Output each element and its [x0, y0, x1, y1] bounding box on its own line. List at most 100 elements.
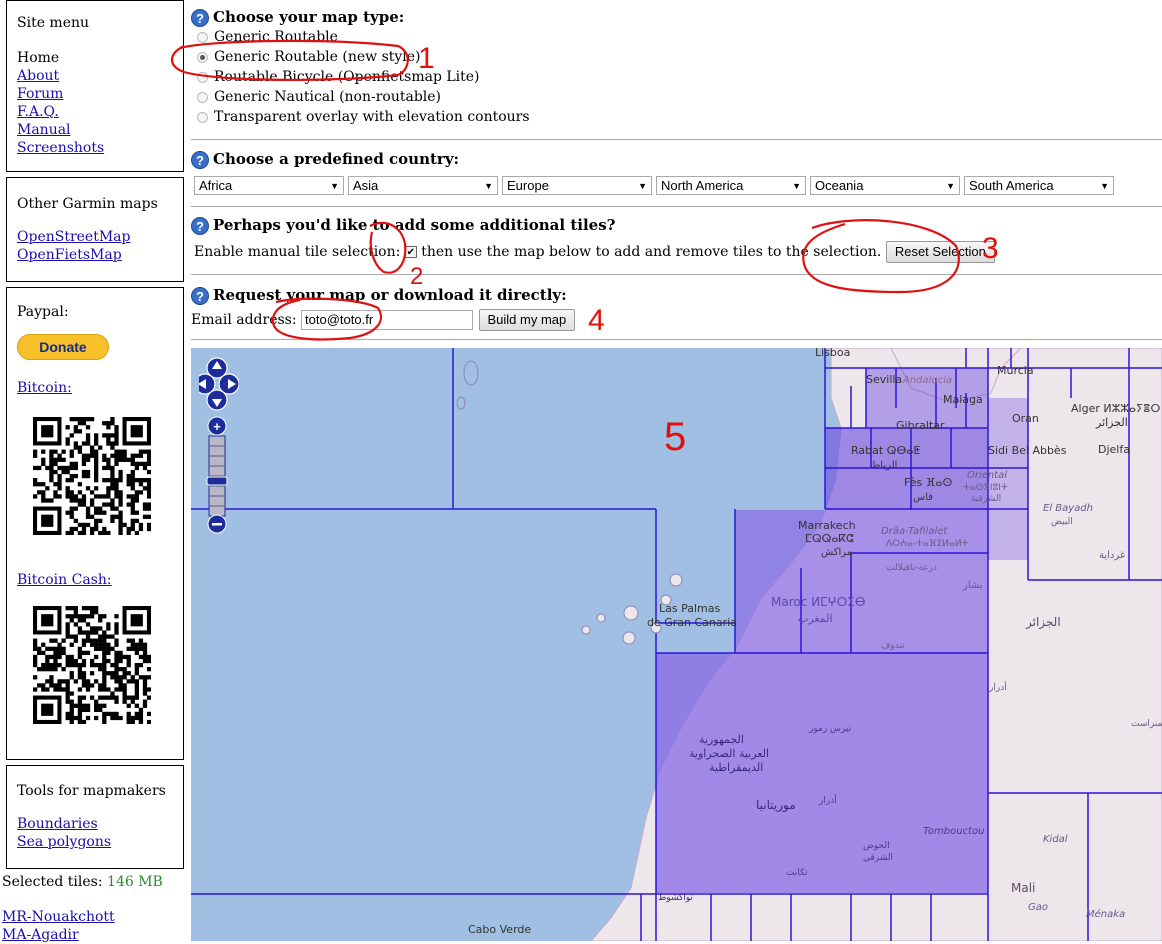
country-heading: Choose a predefined country:: [213, 150, 460, 168]
tools-title: Tools for mapmakers: [17, 783, 166, 799]
divider: [191, 206, 1162, 207]
label-sahrawi-1: الجمهورية: [699, 733, 744, 746]
dropdown-north-america[interactable]: North America ▼: [656, 176, 806, 195]
dropdown-oceania[interactable]: Oceania ▼: [810, 176, 960, 195]
label-tindouf: تندوف: [881, 641, 905, 651]
label-algeria-ar: الجزائر: [1025, 615, 1061, 630]
map-navigation-controls[interactable]: +: [199, 354, 239, 544]
site-menu-manual[interactable]: Manual: [17, 121, 173, 139]
site-menu-about[interactable]: About: [17, 67, 173, 85]
site-menu-screenshots[interactable]: Screenshots: [17, 139, 173, 157]
paypal-label: Paypal:: [17, 304, 69, 320]
label-marrakech-tz: ⵎⵕⵕⴰⴽⵛ: [805, 532, 854, 545]
label-mali: Mali: [1011, 881, 1035, 895]
site-menu-forum[interactable]: Forum: [17, 85, 173, 103]
label-djelfa: Djelfa: [1098, 443, 1130, 456]
radio-button[interactable]: [197, 71, 208, 83]
country-section: ? Choose a predefined country:: [191, 150, 1162, 169]
site-menu-panel: Site menu Home About Forum F.A.Q. Manual…: [6, 0, 184, 172]
label-las-palmas: Las Palmas: [659, 602, 720, 615]
dropdown-arrow-icon: ▼: [638, 180, 647, 191]
dropdown-europe[interactable]: Europe ▼: [502, 176, 652, 195]
dropdown-asia[interactable]: Asia ▼: [348, 176, 498, 195]
label-gibraltar: Gibraltar: [896, 419, 945, 432]
label-el-bayadh: El Bayadh: [1043, 503, 1093, 514]
map-type-heading: Choose your map type:: [213, 8, 405, 26]
help-icon[interactable]: ?: [191, 151, 209, 169]
label-maghrib-ar: المغرب: [798, 612, 833, 625]
map-type-option-bicycle[interactable]: Routable Bicycle (Openfietsmap Lite): [197, 67, 1162, 87]
dropdown-arrow-icon: ▼: [946, 180, 955, 191]
donate-panel: Paypal: Donate Bitcoin: Bitcoin Cash:: [6, 287, 184, 760]
divider: [191, 274, 1162, 275]
label-menaka: Ménaka: [1086, 908, 1125, 920]
label-gran-canaria: de Gran Canaria: [647, 616, 737, 629]
email-input[interactable]: toto@toto.fr: [301, 310, 474, 330]
map-type-option-contours[interactable]: Transparent overlay with elevation conto…: [197, 107, 1162, 127]
link-openstreetmap[interactable]: OpenStreetMap: [17, 228, 173, 246]
label-gao: Gao: [1028, 902, 1048, 913]
map-canvas[interactable]: Lisboa Sevilla Andalucía Malaga Murcia G…: [191, 348, 1162, 941]
email-label: Email address:: [191, 312, 297, 328]
label-draa-ar: درعة-تافيلالت: [886, 563, 937, 573]
radio-button[interactable]: [197, 31, 208, 43]
tools-panel: Tools for mapmakers Boundaries Sea polyg…: [6, 765, 184, 869]
request-heading: Request your map or download it directly…: [213, 286, 567, 304]
label-ghardaia: غرداية: [1099, 550, 1125, 561]
link-sea-polygons[interactable]: Sea polygons: [17, 833, 173, 851]
label-oriental: Oriental: [967, 470, 1007, 481]
svg-text:+: +: [213, 419, 221, 434]
site-menu-faq[interactable]: F.A.Q.: [17, 103, 173, 121]
site-menu-links: Home About Forum F.A.Q. Manual Screensho…: [17, 49, 173, 157]
map-type-option-generic[interactable]: Generic Routable: [197, 27, 1162, 47]
dropdown-arrow-icon: ▼: [330, 180, 339, 191]
manual-selection-hint: then use the map below to add and remove…: [421, 244, 882, 260]
selected-tile-item[interactable]: MA-Agadir: [2, 926, 115, 944]
dropdown-south-america[interactable]: South America ▼: [964, 176, 1114, 195]
radio-button-selected[interactable]: [197, 51, 208, 63]
zoom-slider-handle[interactable]: [206, 476, 228, 486]
request-section: ? Request your map or download it directl…: [191, 286, 1162, 305]
help-icon[interactable]: ?: [191, 287, 209, 305]
label-maroc: Maroc ⵍⵎⵖⵔⵉⴱ: [771, 595, 865, 609]
request-controls: Email address: toto@toto.fr Build my map: [191, 309, 576, 331]
selected-tiles-overlay[interactable]: [656, 368, 1028, 893]
selected-tile-item[interactable]: MR-Nouakchott: [2, 908, 115, 926]
bitcoin-link[interactable]: Bitcoin:: [17, 380, 72, 396]
bitcoin-cash-link[interactable]: Bitcoin Cash:: [17, 572, 112, 588]
map-type-option-nautical[interactable]: Generic Nautical (non-routable): [197, 87, 1162, 107]
label-sidi-bel-abbes: Sidi Bel Abbès: [988, 444, 1067, 457]
label-andalucia: Andalucía: [902, 374, 952, 386]
label-fes: Fès ⴼⴰⵙ: [904, 476, 952, 489]
help-icon[interactable]: ?: [191, 9, 209, 27]
manual-selection-checkbox[interactable]: ✔: [404, 246, 417, 258]
build-map-button[interactable]: Build my map: [478, 309, 576, 331]
help-icon[interactable]: ?: [191, 217, 209, 235]
label-el-bayadh-ar: البيض: [1051, 517, 1073, 527]
tiles-controls: Enable manual tile selection: ✔ then use…: [194, 241, 995, 263]
radio-button[interactable]: [197, 91, 208, 103]
map-type-option-generic-new[interactable]: Generic Routable (new style): [197, 47, 1162, 67]
reset-selection-button[interactable]: Reset Selection: [885, 241, 995, 263]
label-sevilla: Sevilla: [866, 373, 902, 386]
manual-selection-label: Enable manual tile selection:: [194, 244, 401, 260]
link-boundaries[interactable]: Boundaries: [17, 815, 173, 833]
donate-button[interactable]: Donate: [17, 334, 109, 360]
other-maps-links: OpenStreetMap OpenFietsMap: [17, 228, 173, 264]
divider: [191, 139, 1162, 140]
other-maps-panel: Other Garmin maps OpenStreetMap OpenFiet…: [6, 177, 184, 282]
tile-map[interactable]: Lisboa Sevilla Andalucía Malaga Murcia G…: [191, 348, 1162, 941]
dropdown-africa[interactable]: Africa ▼: [194, 176, 344, 195]
label-tamanrasset: تمنراست: [1131, 719, 1162, 729]
tiles-heading: Perhaps you'd like to add some additiona…: [213, 216, 616, 234]
label-rabat: Rabat ⵕⴱⴰⵟ: [851, 444, 920, 457]
label-adrar-2: أدرار: [818, 794, 837, 806]
label-mauritania: موريتانيا: [756, 798, 796, 813]
radio-button[interactable]: [197, 111, 208, 123]
label-malaga: Malaga: [943, 393, 983, 406]
label-nouakchott: نواكشوط: [658, 893, 693, 903]
bitcoin-cash-qr-code: [33, 606, 151, 724]
link-openfietsmap[interactable]: OpenFietsMap: [17, 246, 173, 264]
map-type-section: ? Choose your map type: Generic Routable …: [191, 8, 1162, 127]
selected-tiles-list: MR-Nouakchott MA-Agadir: [2, 908, 115, 944]
